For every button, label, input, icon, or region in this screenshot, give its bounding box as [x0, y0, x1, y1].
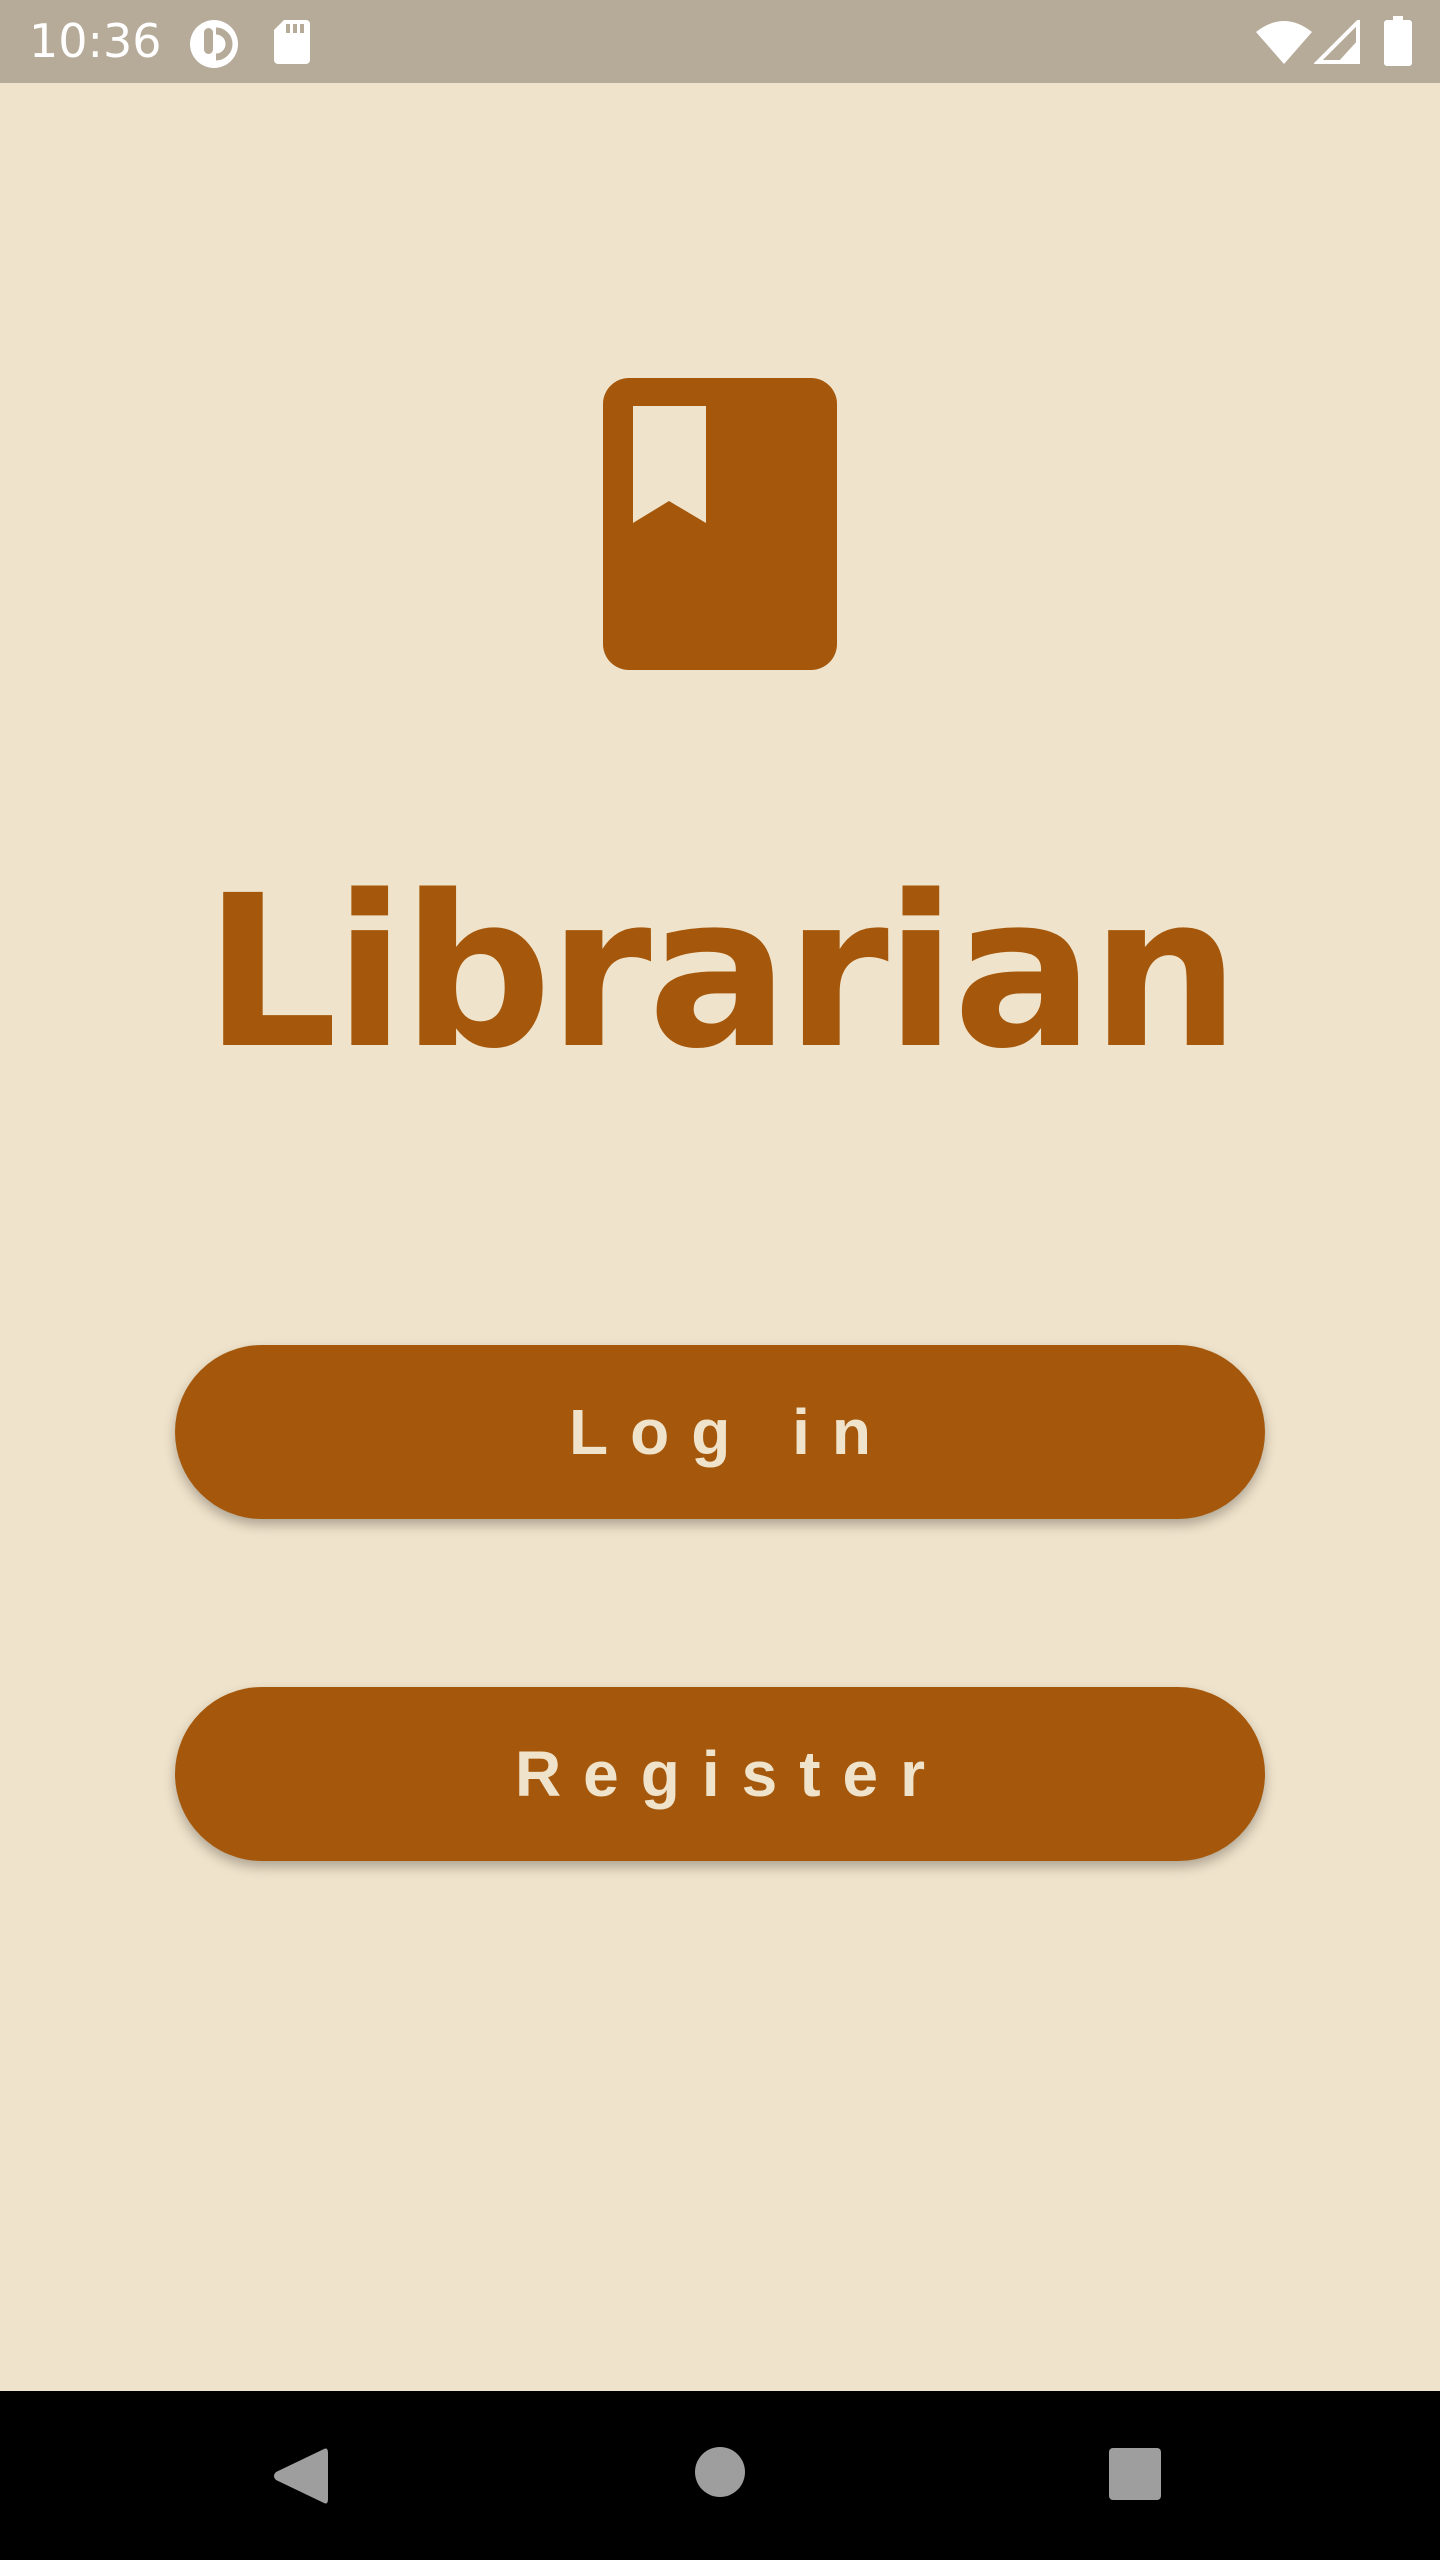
book-bookmark-icon — [603, 378, 837, 670]
cellular-signal-icon — [1313, 17, 1360, 68]
welcome-screen: Librarian Log in Register — [0, 83, 1440, 2391]
battery-icon — [1384, 16, 1412, 70]
home-icon[interactable] — [694, 2446, 746, 2502]
register-button[interactable]: Register — [175, 1687, 1265, 1861]
wifi-icon — [1256, 20, 1312, 68]
back-icon[interactable] — [270, 2445, 330, 2511]
status-bar: 10:36 — [0, 0, 1440, 83]
status-time: 10:36 — [29, 14, 162, 68]
recents-icon[interactable] — [1109, 2448, 1161, 2504]
navigation-bar — [0, 2391, 1440, 2560]
app-title: Librarian — [203, 850, 1240, 1095]
sd-card-icon — [272, 18, 312, 70]
login-button[interactable]: Log in — [175, 1345, 1265, 1519]
data-saver-icon — [188, 18, 240, 74]
